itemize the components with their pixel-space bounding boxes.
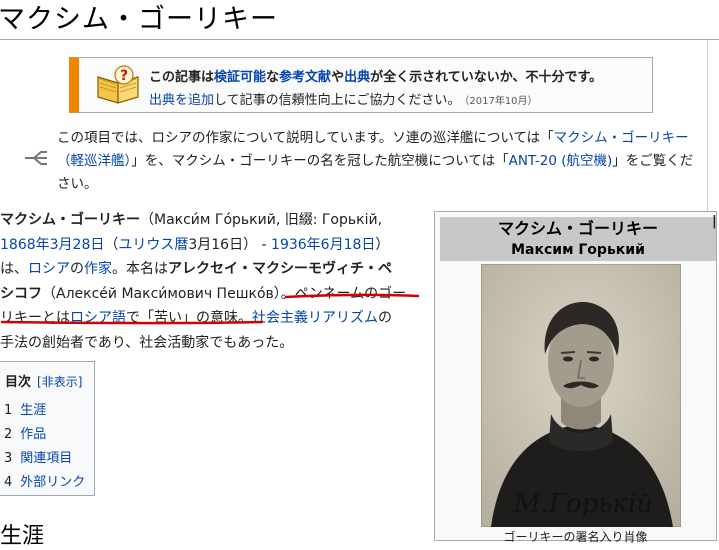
infobox: マクシム・ゴーリキー Максим Горький М.Горькiй ゴーリキ… <box>434 211 717 544</box>
notice-line-1: この記事は検証可能な参考文献や出典が全く示されていないか、不十分です。 <box>149 66 602 85</box>
references-link[interactable]: 参考文献 <box>279 70 331 85</box>
svg-text:?: ? <box>120 68 128 84</box>
infobox-name-russian: Максим Горький <box>511 242 645 258</box>
portrait-signature: М.Горькiй <box>513 489 653 519</box>
infobox-header: マクシム・ゴーリキー Максим Горький <box>440 217 716 261</box>
death-date-link[interactable]: 1936年6月18日 <box>271 237 375 253</box>
notice-line-2: 出典を追加して記事の信頼性向上にご協力ください。 （2017年10月） <box>149 89 538 108</box>
lead-text: 手法の創始者であり、社会活動家でもあった。 <box>0 334 294 351</box>
toc-link[interactable]: 外部リンク <box>20 475 85 490</box>
lead-line: 手法の創始者であり、社会活動家でもあった。 <box>0 331 425 356</box>
hatnote-text: この項目では、ロシアの作家について説明しています。ソ連の巡洋艦については「 <box>57 130 554 146</box>
portrait-image[interactable]: М.Горькiй <box>481 264 681 527</box>
toc-title: 目次 <box>5 375 32 390</box>
toc-link[interactable]: 生涯 <box>20 403 46 418</box>
sources-link[interactable]: 出典 <box>344 70 370 85</box>
lead-text: - <box>257 236 272 253</box>
hatnote-text: 」を、マクシム・ゴーリキーの名を冠した航空機については「 <box>131 153 509 169</box>
notice-text: な <box>266 70 280 85</box>
toc-number: 3 <box>4 451 13 466</box>
toc-item-works[interactable]: 2 作品 <box>4 423 46 442</box>
toc-number: 1 <box>4 403 13 418</box>
section-heading: 生涯 <box>0 524 45 549</box>
lead-line: 1868年3月28日（ユリウス暦3月16日） - 1936年6月18日） <box>0 233 425 258</box>
toc-number: 2 <box>4 427 13 442</box>
lead-line: は、ロシアの作家。本名はアレクセイ・マクシーモヴィチ・ペ <box>0 257 425 282</box>
lead-text: ） <box>375 236 390 253</box>
russia-link[interactable]: ロシア <box>28 261 70 277</box>
toc-link[interactable]: 関連項目 <box>20 451 72 466</box>
lead-text: 。本名は <box>112 261 168 277</box>
toc-link[interactable]: 作品 <box>20 427 46 442</box>
table-of-contents: 目次 [非表示] 1 生涯 2 作品 3 関連項目 4 外部リンク <box>0 361 95 496</box>
disambiguation-icon <box>25 151 47 165</box>
ant20-link[interactable]: ANT-20 (航空機) <box>509 153 613 169</box>
lead-text: 3月16日） <box>188 236 258 253</box>
notice-text: この記事は <box>149 70 215 85</box>
lead-text: の <box>70 261 84 277</box>
page-title: マクシム・ゴーリキー <box>0 4 278 35</box>
title-divider <box>0 39 719 40</box>
notice-text: が全く示されていないか、不十分です。 <box>370 70 603 85</box>
toc-title-row: 目次 [非表示] <box>5 371 82 390</box>
book-question-icon: ? <box>97 65 139 104</box>
toc-number: 4 <box>4 475 13 490</box>
julian-calendar-link[interactable]: ユリウス暦 <box>118 237 188 253</box>
lead-text: （ <box>104 236 119 253</box>
subject-name: マクシム・ゴーリキー <box>0 212 140 228</box>
writer-link[interactable]: 作家 <box>84 261 112 277</box>
birth-date-link[interactable]: 1868年3月28日 <box>0 237 104 253</box>
verifiability-link[interactable]: 検証可能 <box>214 70 266 85</box>
toc-item-external-links[interactable]: 4 外部リンク <box>4 471 85 490</box>
references-notice-box: ? この記事は検証可能な参考文献や出典が全く示されていないか、不十分です。 出典… <box>69 57 653 113</box>
red-underline-annotation <box>0 293 420 325</box>
toc-item-life[interactable]: 1 生涯 <box>4 399 46 418</box>
clipped-right-text: | <box>712 214 717 229</box>
lead-text: は、 <box>0 261 28 277</box>
hatnote: この項目では、ロシアの作家について説明しています。ソ連の巡洋艦については「マクシ… <box>57 127 697 196</box>
lead-text: （Макси́м Го́рький, 旧綴: Горькiй, <box>140 212 383 228</box>
toc-item-related[interactable]: 3 関連項目 <box>4 447 72 466</box>
notice-date: （2017年10月） <box>464 96 538 107</box>
add-sources-link[interactable]: 出典を追加 <box>149 93 214 108</box>
toc-hide-toggle[interactable]: [非表示] <box>37 375 82 389</box>
lead-line: マクシム・ゴーリキー（Макси́м Го́рький, 旧綴: Горькiй… <box>0 208 425 233</box>
infobox-name-japanese: マクシム・ゴーリキー <box>497 219 658 238</box>
notice-text: や <box>331 70 345 85</box>
lead-paragraph: マクシム・ゴーリキー（Макси́м Го́рький, 旧綴: Горькiй… <box>0 208 425 355</box>
notice-text: して記事の信頼性向上にご協力ください。 <box>214 93 461 108</box>
real-name: アレクセイ・マクシーモヴィチ・ペ <box>168 261 392 277</box>
